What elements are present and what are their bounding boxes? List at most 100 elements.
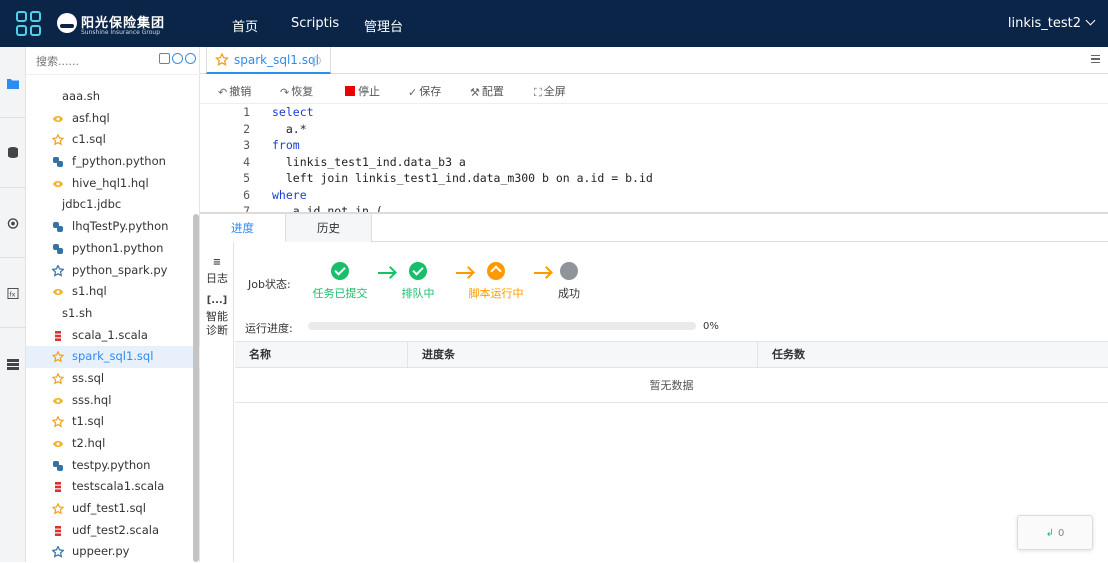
file-item[interactable]: lhqTestPy.python — [26, 216, 200, 238]
code-line[interactable]: a.id not in ( — [272, 203, 653, 212]
file-item-label: s1.sh — [62, 305, 93, 320]
editor-tab-bar: spark_sql1.sql — [200, 47, 1108, 74]
job-step-label: 排队中 — [401, 287, 435, 300]
file-item-label: testscala1.scala — [72, 479, 165, 494]
file-item[interactable]: udf_test2.scala — [26, 520, 200, 542]
file-item-label: uppeer.py — [72, 544, 130, 559]
file-item[interactable]: hive_hql1.hql — [26, 173, 200, 195]
archive-icon[interactable] — [159, 53, 170, 64]
database-icon[interactable] — [7, 147, 19, 158]
job-step: 任务已提交 — [300, 262, 380, 301]
hive-file-icon — [53, 289, 63, 296]
redo-button[interactable]: ↷ 恢复 — [280, 83, 313, 99]
wrench-icon: ⚒ — [470, 86, 480, 99]
code-line[interactable]: a.* — [272, 121, 653, 138]
code-line[interactable]: linkis_test1_ind.data_b3 a — [272, 154, 653, 171]
file-item[interactable]: uppeer.py — [26, 541, 200, 563]
nav-admin-console[interactable]: 管理台 — [364, 16, 403, 35]
line-number: 2 — [243, 121, 250, 136]
floating-shortcut-button[interactable]: ↲ 0 — [1017, 515, 1093, 550]
python-file-icon — [53, 243, 63, 254]
progress-table: 名称 进度条 任务数 暂无数据 — [235, 341, 1108, 403]
brand-subtitle: Sunshine Insurance Group — [81, 29, 161, 36]
tab-progress[interactable]: 进度 — [200, 214, 286, 242]
file-item[interactable]: jdbc1.jdbc — [26, 194, 200, 216]
file-item-label: ss.sql — [72, 370, 105, 385]
tab-spark-sql1[interactable]: spark_sql1.sql — [206, 47, 331, 74]
apps-grid-icon[interactable] — [16, 11, 42, 37]
file-tree-panel: aaa.sh asf.hql c1.sql f_python.python hive_h… — [26, 47, 200, 562]
diagnosis-icon: [...] — [206, 295, 228, 306]
file-item-label: spark_sql1.sql — [72, 349, 154, 364]
file-item[interactable]: spark_sql1.sql — [26, 346, 200, 368]
code-line[interactable]: left join linkis_test1_ind.data_m300 b o… — [272, 170, 653, 187]
pending-circle-icon — [560, 262, 578, 280]
file-item[interactable]: t1.sql — [26, 411, 200, 433]
file-item-label: jdbc1.jdbc — [62, 197, 122, 212]
file-item[interactable]: asf.hql — [26, 108, 200, 130]
file-item[interactable]: scala_1.scala — [26, 325, 200, 347]
code-content[interactable]: select a.* from linkis_test1_ind.data_b3 … — [272, 104, 653, 212]
fullscreen-button[interactable]: ⛶ 全屏 — [534, 83, 566, 100]
add-icon[interactable] — [172, 53, 183, 64]
tree-search-input[interactable] — [36, 52, 146, 70]
code-editor[interactable]: 1 2 3 4 5 6 7 select a.* from linkis_test1_ind.… — [200, 104, 1108, 212]
sql-file-icon — [52, 503, 64, 515]
progress-label: 运行进度: — [245, 322, 293, 335]
folder-icon[interactable] — [7, 78, 19, 89]
save-button[interactable]: ✓ 保存 — [408, 83, 441, 99]
file-item[interactable]: sss.hql — [26, 390, 200, 412]
file-item[interactable]: t2.hql — [26, 433, 200, 455]
code-text: a.id not in ( — [272, 204, 383, 212]
undo-button[interactable]: ↶ 撤销 — [218, 83, 251, 99]
config-button[interactable]: ⚒ 配置 — [470, 83, 504, 99]
code-text: linkis_test1_ind.data_b3 a — [272, 154, 466, 169]
nav-scriptis[interactable]: Scriptis — [291, 16, 339, 31]
job-status-label: Job状态: — [248, 278, 291, 291]
file-item[interactable]: aaa.sh — [26, 86, 200, 108]
function-icon[interactable]: fx — [7, 288, 19, 299]
pyspark-file-icon — [52, 264, 64, 277]
file-item[interactable]: python1.python — [26, 238, 200, 260]
pyspark-file-icon — [52, 546, 64, 559]
code-line[interactable]: select — [272, 104, 653, 121]
file-item[interactable]: testscala1.scala — [26, 476, 200, 498]
job-step: 脚本运行中 — [456, 262, 536, 301]
file-item[interactable]: udf_test1.sql — [26, 498, 200, 520]
sql-file-icon — [52, 372, 64, 385]
code-line[interactable]: from — [272, 137, 653, 154]
check-icon: ✓ — [408, 86, 418, 99]
redo-icon: ↷ — [280, 86, 290, 99]
nav-home[interactable]: 首页 — [232, 16, 258, 35]
code-line[interactable]: where — [272, 187, 653, 204]
refresh-icon[interactable] — [185, 53, 196, 64]
sql-file-icon — [52, 351, 64, 363]
job-step: 成功 — [529, 262, 609, 301]
scala-file-icon — [55, 525, 61, 536]
line-number: 4 — [243, 154, 250, 169]
udf-circle-icon[interactable] — [7, 218, 19, 229]
file-item[interactable]: ss.sql — [26, 368, 200, 390]
user-menu[interactable]: linkis_test2 — [1008, 15, 1096, 31]
tab-history[interactable]: 历史 — [286, 214, 372, 242]
file-item[interactable]: s1.sh — [26, 303, 200, 325]
file-item[interactable]: s1.hql — [26, 281, 200, 303]
file-item[interactable]: c1.sql — [26, 129, 200, 151]
diagnosis-button[interactable]: [...] 智能 诊断 — [200, 294, 234, 338]
hive-file-icon — [53, 397, 63, 404]
log-button[interactable]: ≡ 日志 — [200, 256, 234, 286]
top-navbar: 阳光保险集团 Sunshine Insurance Group 首页 Scrip… — [0, 0, 1108, 47]
tab-menu-icon[interactable] — [1091, 55, 1100, 63]
file-item[interactable]: f_python.python — [26, 151, 200, 173]
list-icon[interactable] — [7, 359, 19, 370]
hive-file-icon — [53, 115, 63, 122]
job-step-label: 脚本运行中 — [468, 287, 524, 300]
tree-scrollbar[interactable] — [193, 214, 199, 562]
hive-file-icon — [53, 180, 63, 187]
file-item[interactable]: python_spark.py — [26, 260, 200, 282]
empty-state: 暂无数据 — [235, 368, 1108, 403]
stop-button[interactable]: 停止 — [345, 83, 380, 99]
return-icon: ↲ — [1045, 528, 1054, 539]
file-item[interactable]: testpy.python — [26, 455, 200, 477]
column-progress: 进度条 — [408, 342, 758, 368]
